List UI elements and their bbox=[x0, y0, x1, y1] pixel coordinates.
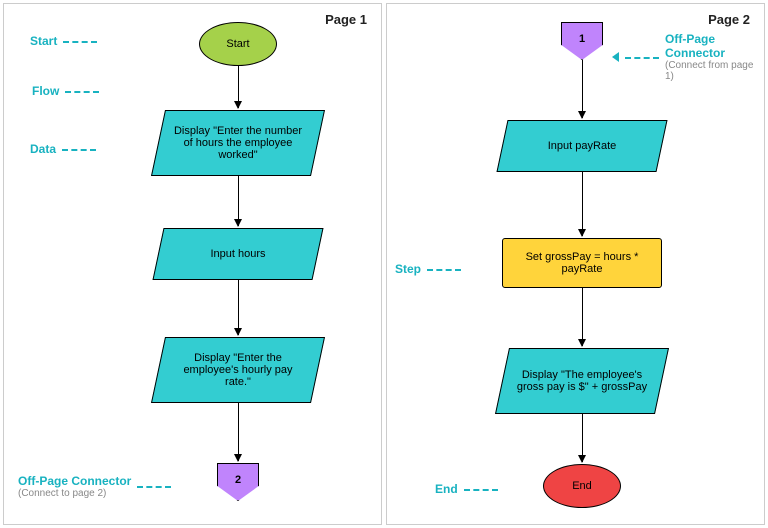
process-text: Set grossPay = hours * payRate bbox=[513, 251, 651, 275]
data-display-gross: Display "The employee's gross pay is $" … bbox=[495, 348, 669, 414]
flow-arrow-5 bbox=[582, 60, 583, 118]
annot-offpage-in: Off-Page Connector (Connect from page 1) bbox=[612, 32, 764, 82]
flow-arrow-8 bbox=[582, 414, 583, 462]
data3-text: Display "Enter the employee's hourly pay… bbox=[169, 352, 307, 388]
annot-flow-text: Flow bbox=[32, 84, 59, 98]
annot-start-text: Start bbox=[30, 34, 57, 48]
annot-end: End bbox=[435, 482, 504, 496]
offpage-label: Off-Page Connector bbox=[18, 474, 131, 488]
annot-end-text: End bbox=[435, 482, 458, 496]
connector-label-2: 2 bbox=[235, 474, 241, 486]
page-title-2: Page 2 bbox=[708, 12, 750, 27]
data2-text: Input hours bbox=[169, 248, 307, 260]
annot-step-text: Step bbox=[395, 262, 421, 276]
offpage-connector-in: 1 bbox=[561, 22, 603, 60]
dash-icon bbox=[65, 84, 99, 98]
offpage-sub: (Connect to page 2) bbox=[18, 488, 131, 499]
annot-flow: Flow bbox=[32, 84, 105, 98]
start-label: Start bbox=[226, 38, 249, 50]
data1-text: Display "Enter the number of hours the e… bbox=[169, 125, 307, 161]
end-terminator: End bbox=[543, 464, 621, 508]
data-display-1: Display "Enter the number of hours the e… bbox=[151, 110, 325, 176]
dash-icon bbox=[625, 50, 659, 64]
flow-arrow-1 bbox=[238, 66, 239, 108]
dash-icon bbox=[464, 482, 498, 496]
arrow-icon bbox=[612, 52, 619, 62]
flow-arrow-6 bbox=[582, 172, 583, 236]
dash-icon bbox=[63, 34, 97, 48]
dash-icon bbox=[137, 480, 171, 494]
data-input-hours: Input hours bbox=[152, 228, 323, 280]
annot-start: Start bbox=[30, 34, 103, 48]
offpage-in-sub: (Connect from page 1) bbox=[665, 60, 764, 82]
flow-arrow-3 bbox=[238, 280, 239, 335]
p2-data1-text: Input payRate bbox=[513, 140, 651, 152]
p2-data2-text: Display "The employee's gross pay is $" … bbox=[513, 369, 651, 393]
offpage-connector-out: 2 bbox=[217, 463, 259, 501]
pages-container: Page 1 Start Flow Data Off-Page Connecto… bbox=[0, 0, 768, 528]
offpage-in-label: Off-Page Connector bbox=[665, 32, 725, 60]
annot-data: Data bbox=[30, 142, 102, 156]
annot-step: Step bbox=[395, 262, 467, 276]
dash-icon bbox=[427, 262, 461, 276]
page-title-1: Page 1 bbox=[325, 12, 367, 27]
flow-arrow-4 bbox=[238, 403, 239, 461]
connector-label-1: 1 bbox=[579, 33, 585, 45]
annot-offpage-text: Off-Page Connector (Connect to page 2) bbox=[18, 474, 131, 499]
page-2: Page 2 Off-Page Connector (Connect from … bbox=[386, 3, 765, 525]
dash-icon bbox=[62, 142, 96, 156]
start-terminator: Start bbox=[199, 22, 277, 66]
data-display-2: Display "Enter the employee's hourly pay… bbox=[151, 337, 325, 403]
annot-offpage-in-text: Off-Page Connector (Connect from page 1) bbox=[665, 32, 764, 82]
flow-arrow-2 bbox=[238, 176, 239, 226]
process-grosspay: Set grossPay = hours * payRate bbox=[502, 238, 662, 288]
data-input-payrate: Input payRate bbox=[496, 120, 667, 172]
page-1: Page 1 Start Flow Data Off-Page Connecto… bbox=[3, 3, 382, 525]
flow-arrow-7 bbox=[582, 288, 583, 346]
end-label: End bbox=[572, 480, 592, 492]
annot-data-text: Data bbox=[30, 142, 56, 156]
annot-offpage: Off-Page Connector (Connect to page 2) bbox=[18, 474, 177, 499]
